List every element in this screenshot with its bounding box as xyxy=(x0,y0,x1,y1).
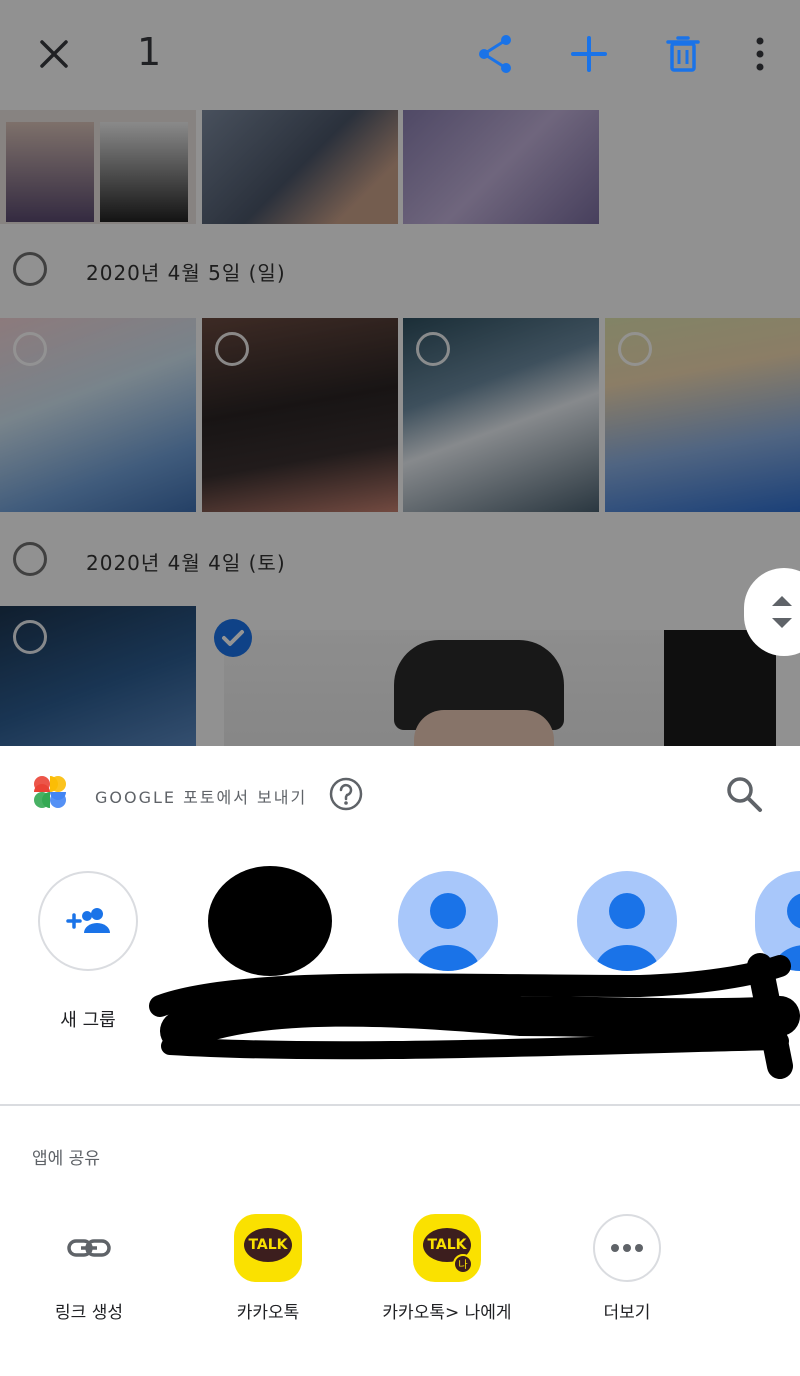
app-create-link[interactable]: 링크 생성 xyxy=(9,1214,169,1323)
group-add-icon xyxy=(66,908,110,933)
fast-scroll-handle[interactable] xyxy=(744,568,800,656)
selected-count: 1 xyxy=(137,30,162,74)
talk-bubble: TALK xyxy=(244,1228,292,1262)
close-icon[interactable] xyxy=(30,30,78,78)
new-group-button[interactable] xyxy=(38,871,138,971)
selection-app-bar: 1 xyxy=(0,0,800,108)
app-label: 카카오톡> 나에게 xyxy=(382,1303,512,1323)
app-more[interactable]: 더보기 xyxy=(547,1214,707,1323)
google-photos-logo xyxy=(32,774,68,810)
kakaotalk-icon: TALK xyxy=(234,1214,302,1282)
share-icon[interactable] xyxy=(472,30,520,78)
section-divider xyxy=(0,1104,800,1106)
photo-grid: 2020년 4월 5일 (일) 2020년 4월 4일 (토) 1 xyxy=(0,0,800,746)
app-kakaotalk[interactable]: TALK 카카오톡 xyxy=(188,1214,348,1323)
apps-section-header: 앱에 공유 xyxy=(32,1149,100,1169)
new-group-label: 새 그룹 xyxy=(60,1010,116,1031)
me-badge: 나 xyxy=(453,1254,473,1274)
search-icon[interactable] xyxy=(724,774,764,814)
redaction-scribble xyxy=(149,866,800,1079)
link-icon xyxy=(55,1214,123,1282)
add-icon[interactable] xyxy=(565,30,613,78)
share-bottom-sheet: GOOGLE 포토에서 보내기 새 그룹 앱에 공유 링크 생성 TALK 카카… xyxy=(0,746,800,1376)
delete-icon[interactable] xyxy=(659,30,707,78)
app-label: 카카오톡 xyxy=(236,1303,300,1323)
app-label: 링크 생성 xyxy=(55,1303,123,1323)
app-label: 더보기 xyxy=(603,1303,651,1323)
kakaotalk-me-icon: TALK 나 xyxy=(413,1214,481,1282)
app-kakaotalk-to-me[interactable]: TALK 나 카카오톡> 나에게 xyxy=(367,1214,527,1323)
sheet-title: GOOGLE 포토에서 보내기 xyxy=(95,788,308,807)
more-vert-icon[interactable] xyxy=(736,30,784,78)
help-icon[interactable] xyxy=(328,776,364,812)
more-horiz-icon xyxy=(593,1214,661,1282)
scrim-overlay[interactable] xyxy=(0,0,800,746)
